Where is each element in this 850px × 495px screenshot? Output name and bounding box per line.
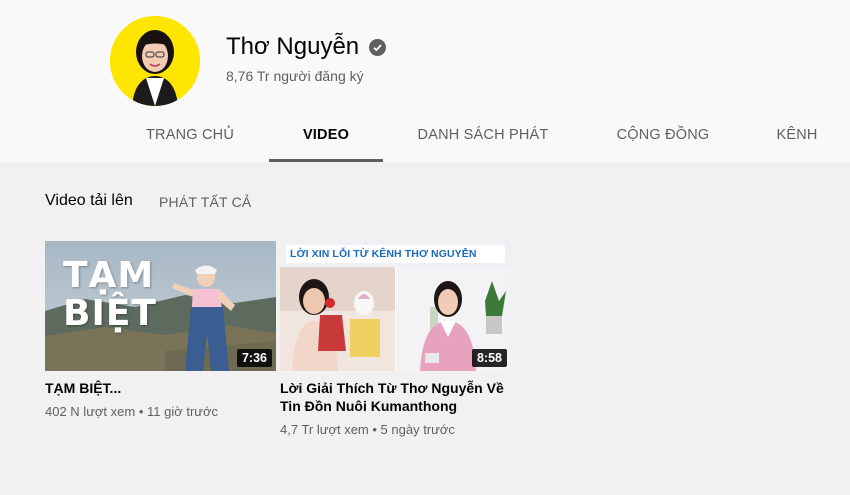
video-duration: 8:58: [471, 349, 507, 367]
video-meta: 4,7 Tr lượt xem • 5 ngày trước: [280, 422, 511, 437]
video-duration: 7:36: [236, 349, 272, 367]
upload-age: 11 giờ trước: [147, 404, 219, 419]
tab-videos[interactable]: VIDEO: [269, 112, 383, 162]
video-meta: 402 N lượt xem • 11 giờ trước: [45, 404, 276, 419]
meta-separator: •: [372, 422, 381, 437]
video-thumbnail[interactable]: LỜI XIN LỖI TỪ KÊNH THƠ NGUYỄN 8:58: [280, 241, 511, 371]
view-count: 402 N lượt xem: [45, 404, 136, 419]
view-count: 4,7 Tr lượt xem: [280, 422, 369, 437]
thumbnail-banner: LỜI XIN LỖI TỪ KÊNH THƠ NGUYỄN: [290, 248, 477, 260]
video-title[interactable]: Lời Giải Thích Từ Thơ Nguyễn Về Tin Đồn …: [280, 379, 511, 415]
play-all-button[interactable]: PHÁT TẤT CẢ: [159, 194, 251, 210]
thumbnail-text: TẠM: [63, 255, 155, 296]
video-thumbnail[interactable]: TẠM BIỆT 7:36: [45, 241, 276, 371]
channel-header: Thơ Nguyễn 8,76 Tr người đăng ký TRANG C…: [0, 0, 850, 162]
meta-separator: •: [138, 404, 147, 419]
tab-channels[interactable]: KÊNH: [760, 112, 834, 162]
upload-age: 5 ngày trước: [380, 422, 455, 437]
verified-check-icon: [369, 38, 387, 56]
channel-name-text: Thơ Nguyễn: [226, 33, 360, 60]
video-card[interactable]: LỜI XIN LỖI TỪ KÊNH THƠ NGUYỄN 8:58 Lời …: [280, 241, 511, 437]
tab-community[interactable]: CỘNG ĐỒNG: [600, 112, 726, 162]
tab-home[interactable]: TRANG CHỦ: [130, 112, 250, 162]
subscriber-count: 8,76 Tr người đăng ký: [226, 68, 364, 84]
channel-name: Thơ Nguyễn: [226, 33, 387, 61]
channel-avatar[interactable]: [110, 16, 200, 106]
tab-playlists[interactable]: DANH SÁCH PHÁT: [400, 112, 566, 162]
video-title[interactable]: TẠM BIỆT...: [45, 379, 276, 397]
channel-tabs: TRANG CHỦ VIDEO DANH SÁCH PHÁT CỘNG ĐỒNG…: [0, 112, 850, 162]
thumbnail-text: BIỆT: [63, 293, 157, 334]
section-title: Video tải lên: [45, 192, 133, 209]
video-card[interactable]: TẠM BIỆT 7:36 TẠM BIỆT... 402 N lượt xem…: [45, 241, 276, 419]
